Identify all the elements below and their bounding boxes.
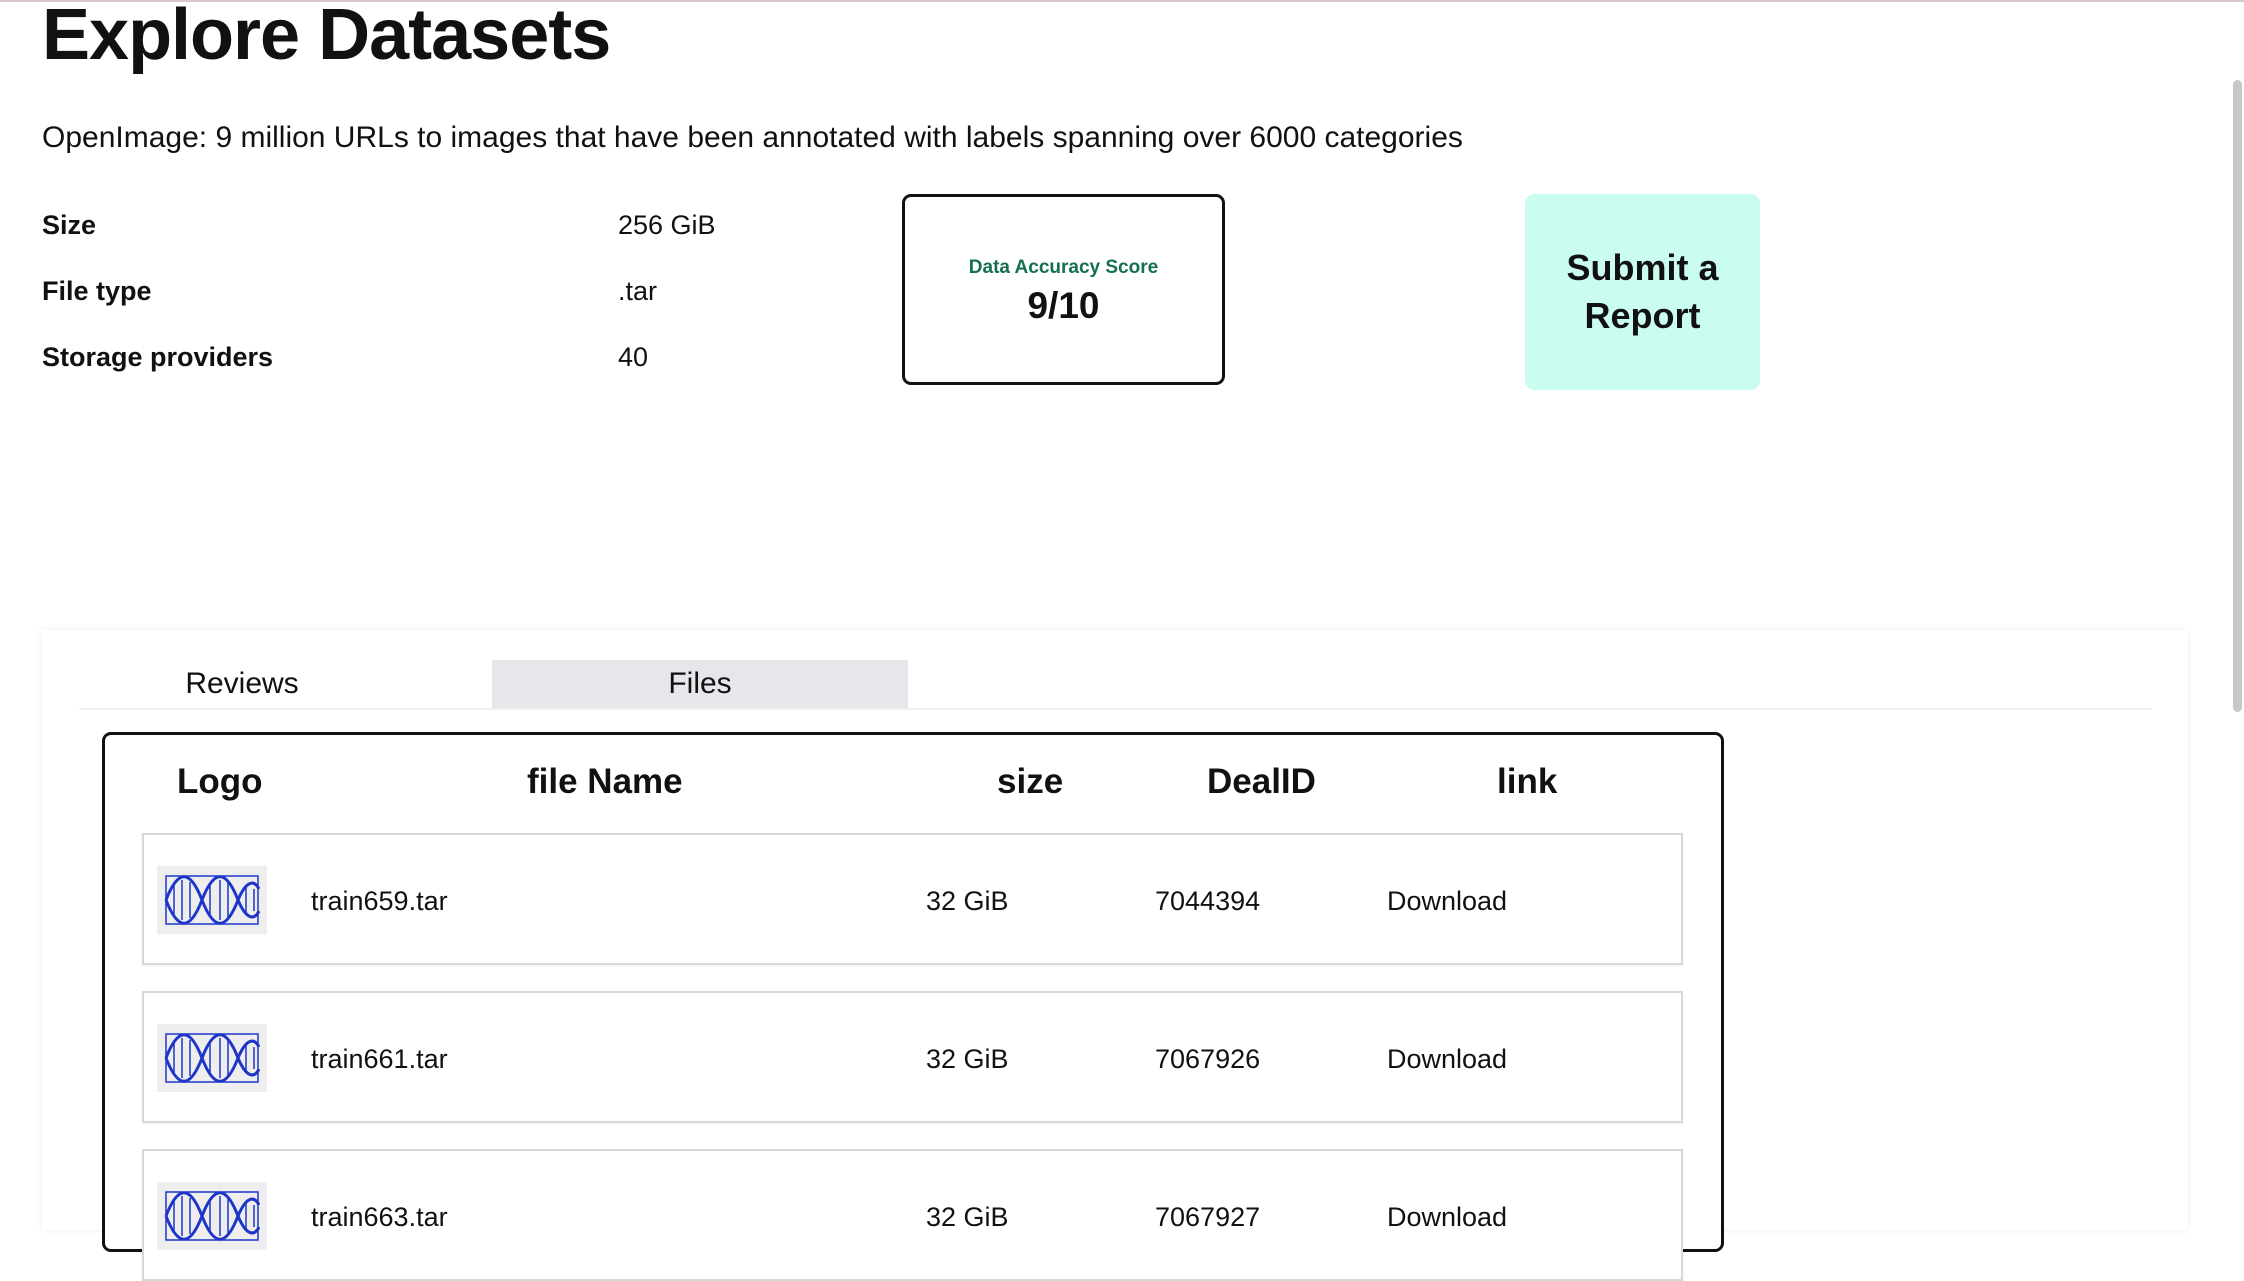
files-table: Logo file Name size DealID link train659… — [102, 732, 1724, 1281]
file-type-value: .tar — [618, 276, 658, 306]
file-name: train661.tar — [311, 1044, 448, 1074]
tab-files[interactable]: Files — [492, 660, 908, 708]
size-label: Size — [42, 210, 97, 240]
tab-divider — [79, 708, 2151, 710]
file-name: train663.tar — [311, 1202, 448, 1232]
table-row: train663.tar 32 GiB 7067927 Download — [142, 1149, 1683, 1281]
deal-id: 7044394 — [1155, 886, 1261, 916]
file-size: 32 GiB — [926, 1202, 1009, 1232]
score-value: 9/10 — [1027, 285, 1100, 326]
header-deal-id: DealID — [1207, 762, 1316, 801]
header-link: link — [1497, 762, 1558, 801]
download-link[interactable]: Download — [1387, 1043, 1507, 1075]
dataset-description: OpenImage: 9 million URLs to images that… — [42, 121, 1463, 154]
file-type-label: File type — [42, 276, 152, 306]
deal-id: 7067927 — [1155, 1202, 1261, 1232]
tab-reviews[interactable]: Reviews — [42, 660, 442, 708]
dna-icon — [157, 1024, 267, 1092]
file-size: 32 GiB — [926, 1044, 1009, 1074]
dna-icon — [157, 1182, 267, 1250]
download-link[interactable]: Download — [1387, 1201, 1507, 1233]
header-logo: Logo — [177, 762, 263, 801]
header-size: size — [997, 762, 1064, 801]
storage-providers-value: 40 — [618, 342, 649, 372]
file-name: train659.tar — [311, 886, 448, 916]
table-row: train661.tar 32 GiB 7067926 Download — [142, 991, 1683, 1123]
table-row: train659.tar 32 GiB 7044394 Download — [142, 833, 1683, 965]
submit-report-button[interactable]: Submit a Report — [1525, 194, 1760, 390]
dna-icon — [157, 866, 267, 934]
page-title: Explore Datasets — [42, 0, 611, 75]
header-file-name: file Name — [527, 762, 683, 801]
file-size: 32 GiB — [926, 886, 1009, 916]
score-label: Data Accuracy Score — [968, 257, 1159, 278]
data-accuracy-score-card: Data Accuracy Score 9/10 — [902, 194, 1225, 385]
size-value: 256 GiB — [618, 210, 716, 240]
download-link[interactable]: Download — [1387, 885, 1507, 917]
vertical-scrollbar[interactable] — [2233, 80, 2242, 712]
storage-providers-label: Storage providers — [42, 342, 274, 372]
deal-id: 7067926 — [1155, 1044, 1261, 1074]
